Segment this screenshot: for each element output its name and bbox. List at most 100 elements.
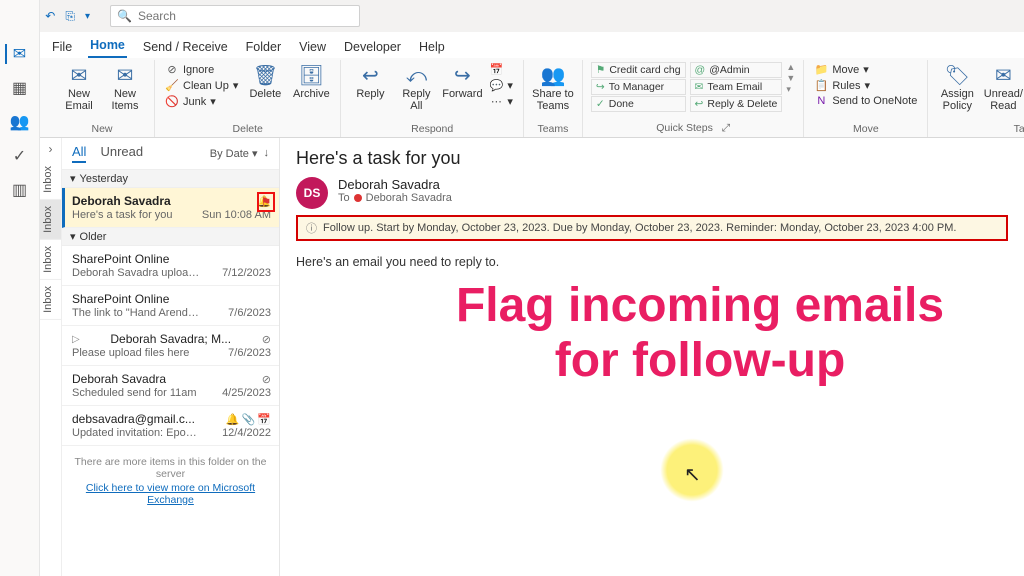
message-header: DS Deborah Savadra To Deborah Savadra: [296, 177, 1008, 209]
search-placeholder: Search: [138, 9, 176, 23]
ribbon-group-respond: ↩Reply ⤺Reply All ↪Forward 📅 💬▾ ⋯▾ Respo…: [341, 60, 524, 137]
tab-folder[interactable]: Folder: [244, 36, 283, 58]
filter-unread[interactable]: Unread: [100, 144, 143, 163]
forward-button[interactable]: ↪Forward: [441, 62, 483, 102]
tab-home[interactable]: Home: [88, 34, 127, 58]
quickstep-admin[interactable]: @@Admin: [690, 62, 783, 78]
reply-button[interactable]: ↩Reply: [349, 62, 391, 102]
qat-customize-icon[interactable]: ▾: [85, 11, 90, 22]
folder-inbox-1[interactable]: Inbox: [40, 160, 61, 200]
quickstep-done[interactable]: ✓Done: [591, 96, 686, 112]
unread-read-button[interactable]: ✉Unread/ Read: [982, 62, 1024, 114]
new-items-button[interactable]: ✉New Items: [104, 62, 146, 114]
move-button[interactable]: 📁Move ▾: [812, 62, 919, 77]
policy-icon: 🏷: [945, 64, 970, 88]
group-label-move: Move: [812, 123, 919, 137]
team-icon: ✉: [695, 81, 704, 93]
tab-help[interactable]: Help: [417, 36, 447, 58]
meeting-button[interactable]: 📅: [487, 62, 515, 77]
ribbon-group-new: ✉New Email ✉New Items New: [50, 60, 155, 137]
group-label-delete: Delete: [163, 123, 332, 137]
tab-view[interactable]: View: [297, 36, 328, 58]
forward-icon: ↪: [596, 81, 605, 93]
rules-icon: 📋: [814, 79, 828, 92]
quickstep-down[interactable]: ▼: [786, 73, 795, 83]
qat-send-icon[interactable]: ⎘: [65, 9, 75, 24]
assign-policy-button[interactable]: 🏷Assign Policy: [936, 62, 978, 114]
more-rail-icon[interactable]: ▥: [12, 180, 27, 200]
message-item[interactable]: ⚑ Deborah Savadra🔔 Here's a task for you…: [62, 188, 279, 228]
ribbon-group-delete: ⊘Ignore 🧹Clean Up ▾ 🚫Junk ▾ 🗑Delete 🗄Arc…: [155, 60, 341, 137]
flag-icon: ⚑: [596, 64, 605, 76]
quickstep-expand[interactable]: ▾: [786, 84, 795, 95]
delete-button[interactable]: 🗑Delete: [244, 62, 286, 102]
folder-inbox-3[interactable]: Inbox: [40, 240, 61, 280]
quickstep-up[interactable]: ▲: [786, 62, 795, 72]
people-rail-icon[interactable]: 👥: [10, 112, 30, 132]
quickstep-manager[interactable]: ↪To Manager: [591, 79, 686, 95]
new-items-icon: ✉: [117, 64, 134, 88]
junk-button[interactable]: 🚫Junk ▾: [163, 94, 240, 109]
ribbon-tabs: File Home Send / Receive Folder View Dev…: [0, 32, 1024, 58]
quickstep-credit[interactable]: ⚑Credit card chg: [591, 62, 686, 78]
folder-inbox-2[interactable]: Inbox: [40, 200, 61, 240]
check-icon: ⊘: [262, 333, 271, 346]
check-icon: ✓: [596, 98, 605, 110]
ribbon: ✉New Email ✉New Items New ⊘Ignore 🧹Clean…: [0, 58, 1024, 138]
sort-order[interactable]: ↓: [264, 147, 270, 160]
presence-icon: [354, 194, 362, 202]
message-item[interactable]: ▷ Deborah Savadra; M...⊘ Please upload f…: [62, 326, 279, 366]
todo-rail-icon[interactable]: ✓: [13, 146, 26, 166]
message-list-header: All Unread By Date ▾ ↓: [62, 138, 279, 170]
message-list: All Unread By Date ▾ ↓ ▾ Yesterday ⚑ Deb…: [62, 138, 280, 576]
ignore-button[interactable]: ⊘Ignore: [163, 62, 240, 77]
delete-icon: 🗑: [253, 64, 278, 88]
share-teams-button[interactable]: 👥Share to Teams: [532, 62, 574, 114]
onenote-icon: N: [814, 95, 828, 107]
tab-file[interactable]: File: [50, 36, 74, 58]
quickstep-replydel[interactable]: ↩Reply & Delete: [690, 96, 783, 112]
group-yesterday[interactable]: ▾ Yesterday: [62, 170, 279, 188]
ribbon-group-teams: 👥Share to Teams Teams: [524, 60, 583, 137]
rules-button[interactable]: 📋Rules ▾: [812, 78, 919, 93]
group-older[interactable]: ▾ Older: [62, 228, 279, 246]
group-label-tags: Tags: [936, 123, 1024, 137]
cleanup-button[interactable]: 🧹Clean Up ▾: [163, 78, 240, 93]
folder-inbox-4[interactable]: Inbox: [40, 280, 61, 320]
filter-all[interactable]: All: [72, 144, 86, 163]
im-button[interactable]: 💬▾: [487, 78, 515, 93]
group-label-new: New: [58, 123, 146, 137]
tab-send-receive[interactable]: Send / Receive: [141, 36, 230, 58]
new-email-icon: ✉: [71, 64, 88, 88]
search-icon: 🔍: [117, 9, 132, 23]
cal-icon: 📅: [257, 413, 271, 426]
more-respond-button[interactable]: ⋯▾: [487, 94, 515, 109]
search-box[interactable]: 🔍 Search: [110, 5, 360, 27]
message-item[interactable]: SharePoint Online Deborah Savadra upload…: [62, 246, 279, 286]
new-email-button[interactable]: ✉New Email: [58, 62, 100, 114]
ribbon-group-quicksteps: ⚑Credit card chg ↪To Manager ✓Done @@Adm…: [583, 60, 804, 137]
onenote-button[interactable]: NSend to OneNote: [812, 94, 919, 108]
expand-button[interactable]: ›: [40, 138, 61, 160]
undo-icon[interactable]: ↶: [45, 9, 55, 23]
message-item[interactable]: Deborah Savadra⊘ Scheduled send for 11am…: [62, 366, 279, 406]
ribbon-group-move: 📁Move ▾ 📋Rules ▾ NSend to OneNote Move: [804, 60, 928, 137]
message-item[interactable]: SharePoint Online The link to "Hand Aren…: [62, 286, 279, 326]
message-item[interactable]: debsavadra@gmail.c...🔔📎📅 Updated invitat…: [62, 406, 279, 446]
more-icon: ⋯: [489, 95, 503, 108]
tab-developer[interactable]: Developer: [342, 36, 403, 58]
reply-all-button[interactable]: ⤺Reply All: [395, 62, 437, 114]
flag-indicator[interactable]: ⚑: [257, 192, 275, 212]
quickstep-team[interactable]: ✉Team Email: [690, 79, 783, 95]
sort-by-date[interactable]: By Date ▾: [210, 147, 258, 160]
archive-button[interactable]: 🗄Archive: [290, 62, 332, 102]
main-area: › Inbox Inbox Inbox Inbox All Unread By …: [40, 138, 1024, 576]
mail-rail-icon[interactable]: ✉: [5, 44, 26, 64]
move-icon: 📁: [814, 63, 828, 76]
reply-delete-icon: ↩: [695, 98, 704, 110]
followup-infobar: ⓘ Follow up. Start by Monday, October 23…: [296, 215, 1008, 241]
message-body: Here's an email you need to reply to.: [296, 255, 1008, 269]
calendar-rail-icon[interactable]: ▦: [12, 78, 27, 98]
view-more-link[interactable]: Click here to view more on Microsoft Exc…: [70, 482, 271, 506]
folder-strip: › Inbox Inbox Inbox Inbox: [40, 138, 62, 576]
